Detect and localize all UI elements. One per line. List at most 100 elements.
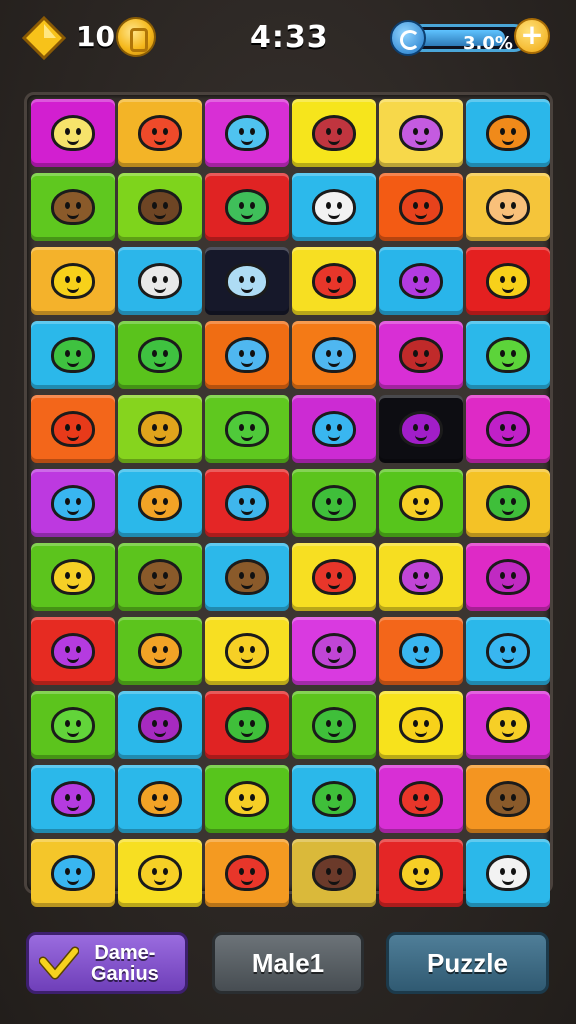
tile[interactable] (205, 469, 289, 537)
creature-icon (399, 263, 443, 299)
tile[interactable] (466, 247, 550, 315)
tile[interactable] (118, 321, 202, 389)
match-button[interactable]: Male1 (212, 932, 364, 994)
creature-mouth (328, 507, 340, 515)
tile[interactable] (31, 321, 115, 389)
tile[interactable] (205, 247, 289, 315)
tile[interactable] (292, 691, 376, 759)
tile[interactable] (118, 765, 202, 833)
tile[interactable] (31, 691, 115, 759)
tile[interactable] (466, 173, 550, 241)
creature-mouth (415, 803, 427, 811)
tile[interactable] (379, 469, 463, 537)
tile[interactable] (292, 839, 376, 907)
tile[interactable] (31, 543, 115, 611)
tile[interactable] (466, 765, 550, 833)
tile[interactable] (292, 99, 376, 167)
creature-icon (225, 707, 269, 743)
tile[interactable] (379, 839, 463, 907)
tile[interactable] (466, 99, 550, 167)
tile[interactable] (466, 691, 550, 759)
tile[interactable] (118, 395, 202, 463)
tile[interactable] (379, 691, 463, 759)
creature-icon (312, 707, 356, 743)
tile[interactable] (379, 173, 463, 241)
tile[interactable] (205, 321, 289, 389)
tile[interactable] (205, 99, 289, 167)
game-genius-button[interactable]: Dame- Ganius (26, 932, 188, 994)
tile[interactable] (466, 617, 550, 685)
tile[interactable] (379, 543, 463, 611)
tile[interactable] (379, 247, 463, 315)
tile[interactable] (118, 543, 202, 611)
tile[interactable] (118, 839, 202, 907)
creature-icon (51, 263, 95, 299)
creature-mouth (328, 581, 340, 589)
refresh-icon[interactable] (390, 20, 426, 56)
tile[interactable] (205, 765, 289, 833)
tile[interactable] (292, 247, 376, 315)
tile[interactable] (118, 99, 202, 167)
creature-mouth (154, 433, 166, 441)
tile[interactable] (118, 247, 202, 315)
creature-mouth (328, 211, 340, 219)
add-energy-button[interactable]: + (514, 18, 550, 54)
tile[interactable] (205, 691, 289, 759)
tile[interactable] (292, 543, 376, 611)
creature-icon (399, 115, 443, 151)
tile[interactable] (31, 617, 115, 685)
creature-mouth (328, 137, 340, 145)
tile[interactable] (466, 543, 550, 611)
creature-mouth (154, 507, 166, 515)
tile[interactable] (379, 99, 463, 167)
tile[interactable] (292, 173, 376, 241)
tile[interactable] (466, 839, 550, 907)
tile[interactable] (31, 765, 115, 833)
tile[interactable] (118, 469, 202, 537)
creature-icon (51, 115, 95, 151)
creature-mouth (154, 211, 166, 219)
tile[interactable] (205, 617, 289, 685)
creature-icon (486, 485, 530, 521)
creature-mouth (241, 507, 253, 515)
tile[interactable] (118, 173, 202, 241)
tile[interactable] (292, 469, 376, 537)
tile[interactable] (118, 617, 202, 685)
tile[interactable] (31, 173, 115, 241)
tile[interactable] (31, 469, 115, 537)
tile[interactable] (466, 395, 550, 463)
tile[interactable] (292, 617, 376, 685)
tile[interactable] (205, 395, 289, 463)
tile[interactable] (466, 469, 550, 537)
creature-mouth (502, 285, 514, 293)
creature-icon (138, 411, 182, 447)
creature-icon (399, 559, 443, 595)
tile[interactable] (292, 395, 376, 463)
creature-mouth (415, 655, 427, 663)
tile[interactable] (118, 691, 202, 759)
tile[interactable] (466, 321, 550, 389)
tile[interactable] (31, 99, 115, 167)
creature-mouth (502, 359, 514, 367)
coin-count: 10 (76, 20, 115, 53)
tile[interactable] (379, 321, 463, 389)
tile[interactable] (31, 395, 115, 463)
tile[interactable] (205, 839, 289, 907)
creature-mouth (502, 803, 514, 811)
tile[interactable] (292, 321, 376, 389)
creature-icon (486, 855, 530, 891)
tile[interactable] (205, 173, 289, 241)
puzzle-button[interactable]: Puzzle (386, 932, 549, 994)
tile[interactable] (379, 765, 463, 833)
creature-icon (486, 411, 530, 447)
creature-icon (225, 559, 269, 595)
tile[interactable] (205, 543, 289, 611)
tile[interactable] (31, 839, 115, 907)
creature-icon (225, 485, 269, 521)
tile[interactable] (379, 395, 463, 463)
tile[interactable] (379, 617, 463, 685)
tile[interactable] (292, 765, 376, 833)
creature-icon (486, 189, 530, 225)
creature-mouth (154, 137, 166, 145)
tile[interactable] (31, 247, 115, 315)
